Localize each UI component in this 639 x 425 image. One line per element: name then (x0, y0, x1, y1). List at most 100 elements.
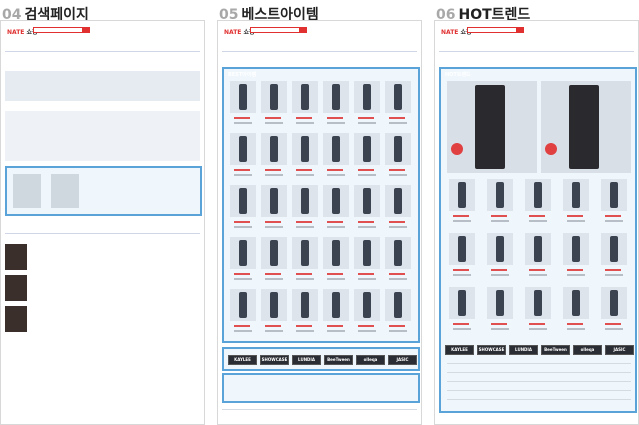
product-thumb[interactable] (449, 233, 475, 265)
brand-logo[interactable]: JASIC (605, 345, 634, 355)
product-label (529, 328, 547, 330)
brand-logo[interactable]: SHOWCASE (477, 345, 506, 355)
product-thumb[interactable] (230, 185, 256, 217)
product-thumb[interactable] (601, 233, 627, 265)
product-thumb[interactable] (563, 287, 589, 319)
brand-logo[interactable]: BeeTween (324, 355, 353, 365)
product-price (234, 221, 250, 223)
product-figure (610, 290, 618, 316)
product-thumb[interactable] (323, 237, 349, 269)
product-figure (301, 292, 309, 318)
search-button[interactable] (517, 27, 524, 33)
product-thumb[interactable] (449, 287, 475, 319)
brand-logo[interactable]: LUNDIA (509, 345, 538, 355)
search-button[interactable] (83, 27, 90, 33)
product-thumb[interactable] (261, 237, 287, 269)
product-price (389, 169, 405, 171)
product-thumb[interactable] (601, 287, 627, 319)
product-thumb[interactable] (354, 237, 380, 269)
product-thumb[interactable] (354, 185, 380, 217)
promo-thumb-2[interactable] (51, 174, 79, 208)
product-thumb[interactable] (449, 179, 475, 211)
product-label (327, 278, 345, 280)
product-thumb[interactable] (563, 233, 589, 265)
divider (439, 51, 634, 52)
product-figure (363, 240, 371, 266)
brand-logo[interactable]: BeeTween (541, 345, 570, 355)
result-thumb-3[interactable] (5, 306, 27, 332)
product-thumb[interactable] (230, 133, 256, 165)
product-label (389, 278, 407, 280)
product-thumb[interactable] (354, 81, 380, 113)
product-thumb[interactable] (525, 179, 551, 211)
brand-logo[interactable]: olleqa (356, 355, 385, 365)
product-thumb[interactable] (230, 289, 256, 321)
product-figure (332, 292, 340, 318)
product-thumb[interactable] (354, 133, 380, 165)
product-label (491, 328, 509, 330)
product-price (389, 325, 405, 327)
brand-logo[interactable]: LUNDIA (292, 355, 321, 365)
brand-logo[interactable]: JASIC (388, 355, 417, 365)
search-button[interactable] (300, 27, 307, 33)
product-figure (534, 290, 542, 316)
product-thumb[interactable] (385, 289, 411, 321)
product-thumb[interactable] (292, 289, 318, 321)
product-thumb[interactable] (563, 179, 589, 211)
product-thumb[interactable] (292, 185, 318, 217)
result-thumb-1[interactable] (5, 244, 27, 270)
product-figure (363, 292, 371, 318)
promo-thumb-1[interactable] (13, 174, 41, 208)
search-input[interactable] (33, 27, 83, 33)
product-thumb[interactable] (525, 287, 551, 319)
product-label (265, 226, 283, 228)
product-figure (239, 292, 247, 318)
product-thumb[interactable] (487, 179, 513, 211)
product-price (389, 273, 405, 275)
brand-logo[interactable]: olleqa (573, 345, 602, 355)
product-price (234, 169, 250, 171)
product-thumb[interactable] (385, 81, 411, 113)
product-thumb[interactable] (323, 133, 349, 165)
product-figure (270, 84, 278, 110)
feature-thumb[interactable] (447, 81, 537, 173)
product-label (453, 328, 471, 330)
product-thumb[interactable] (601, 179, 627, 211)
product-thumb[interactable] (230, 237, 256, 269)
product-thumb[interactable] (261, 133, 287, 165)
product-thumb[interactable] (487, 233, 513, 265)
product-label (389, 330, 407, 332)
product-thumb[interactable] (323, 81, 349, 113)
brand-logo[interactable]: KAYLEE (228, 355, 257, 365)
product-thumb[interactable] (385, 237, 411, 269)
product-thumb[interactable] (323, 185, 349, 217)
product-thumb[interactable] (292, 133, 318, 165)
product-price (567, 215, 583, 217)
brand-logo[interactable]: SHOWCASE (260, 355, 289, 365)
product-thumb[interactable] (385, 133, 411, 165)
search-input[interactable] (250, 27, 300, 33)
product-figure (270, 188, 278, 214)
highlight-brand-links (222, 373, 420, 403)
search-input[interactable] (467, 27, 517, 33)
product-thumb[interactable] (354, 289, 380, 321)
product-figure (572, 182, 580, 208)
product-price (529, 323, 545, 325)
product-thumb[interactable] (261, 289, 287, 321)
feature-thumb[interactable] (541, 81, 631, 173)
product-thumb[interactable] (385, 185, 411, 217)
product-thumb[interactable] (525, 233, 551, 265)
product-label (389, 226, 407, 228)
product-thumb[interactable] (292, 237, 318, 269)
product-thumb[interactable] (230, 81, 256, 113)
product-price (234, 273, 250, 275)
brand-logo[interactable]: KAYLEE (445, 345, 474, 355)
result-thumb-2[interactable] (5, 275, 27, 301)
product-thumb[interactable] (261, 185, 287, 217)
product-thumb[interactable] (323, 289, 349, 321)
product-label (358, 174, 376, 176)
product-thumb[interactable] (292, 81, 318, 113)
product-thumb[interactable] (261, 81, 287, 113)
product-figure (610, 182, 618, 208)
product-thumb[interactable] (487, 287, 513, 319)
